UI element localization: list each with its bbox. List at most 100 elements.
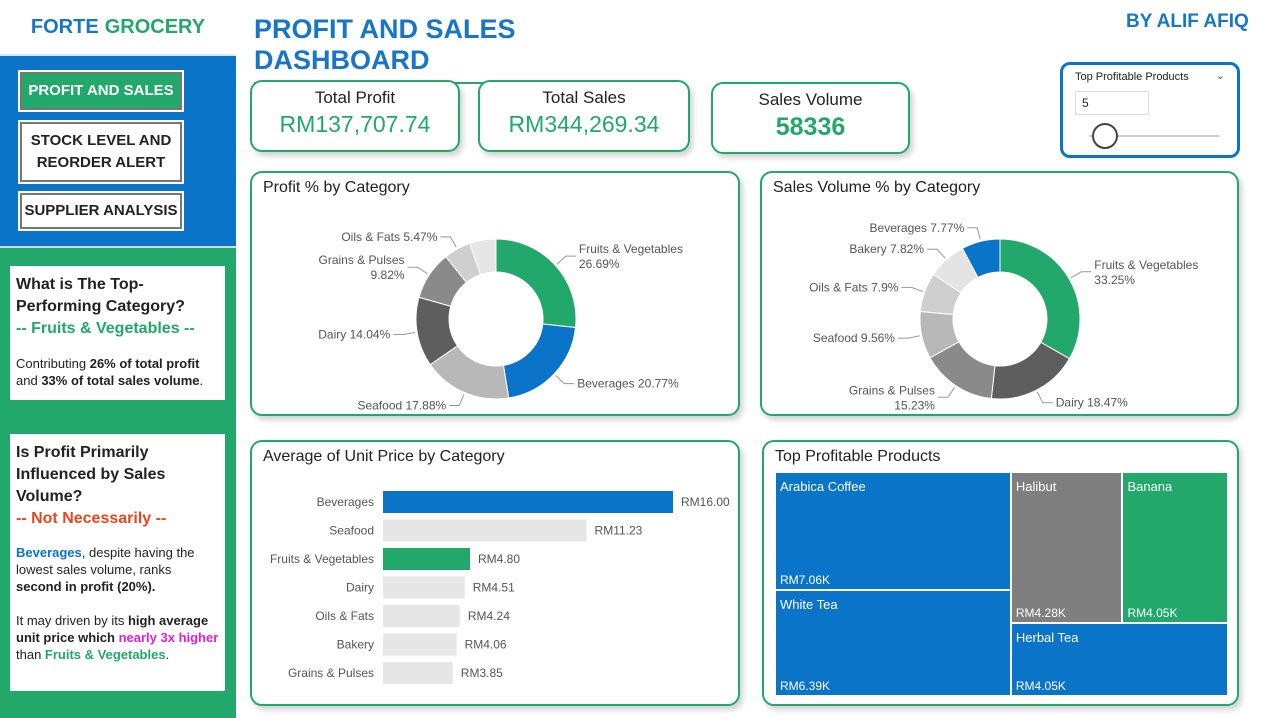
chevron-down-icon[interactable]: ⌄: [1216, 69, 1225, 82]
bar-category-oils-fats: Oils & Fats: [315, 609, 374, 623]
insight2-answer: -- Not Necessarily --: [16, 510, 167, 527]
insight1-answer: -- Fruits & Vegetables --: [16, 320, 195, 337]
volume-leader-grains-pulses: [937, 387, 956, 398]
bar-category-grains-pulses: Grains & Pulses: [288, 666, 374, 680]
profit-slice-beverages[interactable]: [502, 323, 577, 399]
slider-handle[interactable]: [1091, 123, 1118, 149]
nav-supplier-analysis-button[interactable]: SUPPLIER ANALYSIS: [20, 193, 182, 229]
profit-label-beverages: Beverages 20.77%: [577, 377, 679, 391]
nav-profit-sales-label: PROFIT AND SALES: [28, 82, 174, 99]
insight2-text-2: It may driven by its high average unit p…: [16, 613, 219, 662]
volume-leader-fruits-vegetables: [1070, 271, 1092, 279]
nav-profit-sales-button[interactable]: PROFIT AND SALES: [20, 72, 182, 110]
treemap-tile-halibut[interactable]: Halibut RM4.28K: [1010, 472, 1123, 623]
brand-part2: GROCERY: [104, 15, 206, 38]
profit-leader-beverages: [555, 375, 575, 385]
top-products-panel: Top Profitable Products Arabica Coffee RM…: [762, 440, 1239, 706]
bar-dairy[interactable]: [383, 576, 465, 599]
nav-supplier-label: SUPPLIER ANALYSIS: [24, 202, 178, 219]
profit-leader-oils-fats: [440, 236, 457, 248]
bar-category-dairy: Dairy: [346, 581, 374, 595]
profit-label-grains-pulses: Grains & Pulses 9.82%: [319, 253, 405, 282]
treemap-tile-white-tea[interactable]: White Tea RM6.39K: [775, 589, 1011, 696]
insight1-text: Contributing 26% of total profit and 33%…: [16, 356, 204, 388]
sales-volume-by-category-panel: Sales Volume % by Category Fruits & Vege…: [760, 171, 1239, 416]
kpi-total-sales: Total Sales RM344,269.34: [478, 80, 690, 152]
bar-value-seafood: RM11.23: [595, 524, 643, 538]
kpi-total-profit-label: Total Profit: [314, 88, 396, 107]
treemap-name-herbal-tea: Herbal Tea: [1015, 629, 1079, 645]
kpi-total-sales-value: RM344,269.34: [508, 111, 660, 137]
bar-category-beverages: Beverages: [317, 495, 374, 509]
treemap-value-banana: RM4.05K: [1127, 605, 1178, 620]
treemap-tile-arabica-coffee[interactable]: Arabica Coffee RM7.06K: [775, 472, 1011, 590]
profit-leader-dairy: [393, 332, 416, 336]
slicer-title: Top Profitable Products: [1075, 71, 1189, 83]
bar-category-fruits-vegetables: Fruits & Vegetables: [270, 552, 374, 566]
insight-card-profit-volume: Is Profit Primarily Influenced by Sales Vo…: [10, 434, 225, 691]
profit-label-oils-fats: Oils & Fats 5.47%: [341, 230, 437, 244]
treemap-value-arabica-coffee: RM7.06K: [780, 572, 831, 587]
slicer-value-input[interactable]: 5: [1075, 91, 1149, 115]
treemap-value-herbal-tea: RM4.05K: [1015, 678, 1066, 693]
treemap-tile-herbal-tea[interactable]: Herbal Tea RM4.05K: [1010, 622, 1228, 696]
nav-stock-level-button[interactable]: STOCK LEVEL AND REORDER ALERT: [20, 122, 182, 182]
bar-value-dairy: RM4.51: [473, 581, 515, 595]
profit-label-fruits-vegetables: Fruits & Vegetables 26.69%: [579, 242, 683, 271]
profit-leader-seafood: [449, 394, 465, 407]
treemap-name-banana: Banana: [1127, 479, 1173, 494]
top-products-title: Top Profitable Products: [775, 448, 941, 465]
volume-leader-oils-fats: [901, 286, 923, 292]
bar-value-oils-fats: RM4.24: [468, 609, 510, 623]
bar-fruits-vegetables[interactable]: [383, 548, 470, 570]
bar-category-seafood: Seafood: [329, 524, 374, 538]
top-products-slicer: Top Profitable Products ⌄ 5: [1060, 62, 1240, 158]
volume-label-seafood: Seafood 9.56%: [813, 331, 895, 345]
volume-label-oils-fats: Oils & Fats 7.9%: [809, 280, 899, 294]
profit-by-category-panel: Profit % by Category Fruits & Vegetables…: [250, 171, 740, 416]
bar-beverages[interactable]: [383, 491, 673, 513]
bar-value-fruits-vegetables: RM4.80: [478, 552, 520, 566]
kpi-sales-volume-label: Sales Volume: [758, 90, 863, 109]
profit-leader-fruits-vegetables: [556, 255, 576, 265]
treemap-name-white-tea: White Tea: [780, 596, 838, 612]
profit-label-dairy: Dairy 14.04%: [318, 328, 390, 342]
bar-seafood[interactable]: [383, 519, 587, 542]
volume-leader-beverages: [967, 227, 981, 240]
unit-price-bar-chart: Beverages RM16.00 Seafood RM11.23 Fruits & V…: [270, 491, 730, 684]
bar-bakery[interactable]: [383, 633, 457, 656]
kpi-total-profit-value: RM137,707.74: [279, 111, 431, 137]
insight2-text-1: Beverages, despite having the lowest sal…: [16, 545, 195, 594]
profit-slice-fruits-vegetables[interactable]: [495, 238, 577, 329]
volume-label-beverages: Beverages 7.77%: [870, 221, 965, 235]
volume-label-grains-pulses: Grains & Pulses 15.23%: [849, 383, 935, 412]
treemap-value-white-tea: RM6.39K: [780, 678, 831, 693]
volume-label-bakery: Bakery 7.82%: [849, 242, 924, 256]
top-products-treemap: Arabica Coffee RM7.06K White Tea RM6.39K Hal…: [775, 472, 1228, 696]
bar-value-grains-pulses: RM3.85: [461, 666, 503, 680]
brand-part1: FORTE: [30, 15, 99, 38]
volume-label-fruits-vegetables: Fruits & Vegetables 33.25%: [1094, 258, 1198, 287]
insight2-question: Is Profit Primarily Influenced by Sales Vo…: [16, 444, 166, 505]
kpi-sales-volume-value: 58336: [775, 113, 846, 141]
nav-stock-label-line2: REORDER ALERT: [36, 154, 166, 171]
nav-stock-label-line1: STOCK LEVEL AND: [30, 132, 172, 149]
author-label: BY ALIF AFIQ: [1126, 11, 1249, 32]
treemap-tile-banana[interactable]: Banana RM4.05K: [1122, 472, 1228, 623]
bar-value-beverages: RM16.00: [681, 495, 730, 509]
insight1-question: What is The Top- Performing Category?: [16, 276, 185, 315]
nav-panel: PROFIT AND SALES STOCK LEVEL AND REORDER…: [0, 56, 236, 246]
treemap-name-arabica-coffee: Arabica Coffee: [780, 479, 866, 494]
bar-grains-pulses[interactable]: [383, 662, 453, 684]
profit-donut-chart: Fruits & Vegetables 26.69% Beverages 20.77…: [318, 230, 683, 413]
volume-slice-fruits-vegetables[interactable]: [999, 238, 1081, 360]
bar-oils-fats[interactable]: [383, 605, 460, 627]
sales-volume-donut-chart: Fruits & Vegetables 33.25% Dairy 18.47% Gra…: [809, 221, 1198, 413]
kpi-sales-volume: Sales Volume 58336: [711, 82, 910, 154]
profit-label-seafood: Seafood 17.88%: [357, 399, 446, 413]
treemap-name-halibut: Halibut: [1015, 479, 1057, 494]
page-title: PROFIT AND SALES DASHBOARD: [254, 14, 672, 84]
unit-price-panel: Average of Unit Price by Category Bevera…: [250, 440, 740, 706]
volume-leader-bakery: [927, 248, 946, 259]
treemap-value-halibut: RM4.28K: [1015, 605, 1066, 620]
